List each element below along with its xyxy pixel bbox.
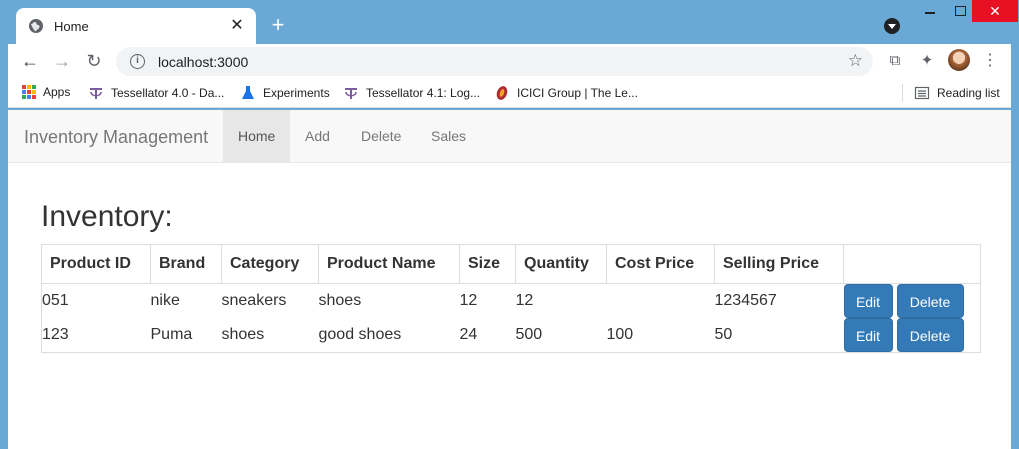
bookmark-tessellator-40[interactable]: Tessellator 4.0 - Da... [88, 85, 224, 101]
page-title: Inventory: [41, 200, 173, 233]
cell-cost-price [607, 284, 715, 319]
window-close-button[interactable]: ✕ [972, 0, 1018, 22]
bookmark-label: Tessellator 4.1: Log... [366, 86, 481, 100]
cell-actions: Edit Delete [843, 318, 981, 353]
cell-quantity: 500 [515, 326, 543, 343]
inventory-table: Product ID Brand Category Product Name S… [41, 244, 981, 353]
bookmark-label: ICICI Group | The Le... [517, 86, 638, 100]
app-brand[interactable]: Inventory Management [24, 127, 208, 148]
bookmark-label: Experiments [263, 86, 330, 100]
tab-title: Home [54, 18, 89, 34]
app-navbar: Inventory Management Home Add Delete Sal… [8, 110, 1011, 163]
bookmark-experiments[interactable]: Experiments [240, 85, 330, 101]
cell-size: 12 [459, 292, 478, 309]
apps-grid-icon [22, 85, 36, 99]
edit-button[interactable]: Edit [843, 284, 893, 318]
cell-product-id: 051 [42, 292, 69, 309]
reading-list-label: Reading list [937, 86, 1000, 100]
kebab-menu-icon[interactable]: ⋮ [981, 52, 999, 70]
page-viewport: Inventory Management Home Add Delete Sal… [8, 110, 1011, 449]
main-content: Inventory: Product ID Brand Category Pro… [41, 200, 981, 353]
new-tab-button[interactable]: + [266, 14, 290, 38]
bookmark-label: Apps [43, 85, 71, 99]
cell-quantity: 12 [515, 292, 534, 309]
bookmark-label: Tessellator 4.0 - Da... [111, 86, 225, 100]
cell-selling-price: 1234567 [714, 292, 777, 309]
bookmark-icici[interactable]: ICICI Group | The Le... [494, 85, 638, 101]
nav-sales[interactable]: Sales [416, 110, 481, 162]
bookmark-apps[interactable]: Apps [22, 85, 70, 99]
back-arrow-icon[interactable]: ← [20, 51, 40, 71]
minimize-button[interactable] [915, 0, 945, 22]
column-header: Product ID [41, 244, 151, 284]
bookmarks-bar: Apps Tessellator 4.0 - Da... Experiments… [8, 78, 1011, 108]
cell-selling-price: 50 [714, 326, 733, 343]
column-header: Product Name [318, 244, 460, 284]
column-header: Quantity [515, 244, 607, 284]
extensions-puzzle-icon[interactable]: ✦ [918, 52, 936, 70]
icici-icon [496, 86, 508, 100]
bookmarks-divider [902, 84, 903, 102]
tessellator-icon [345, 88, 357, 99]
column-header [843, 244, 981, 284]
tab-strip: Home ✕ + ✕ [0, 0, 1019, 44]
bookmark-tessellator-41[interactable]: Tessellator 4.1: Log... [343, 85, 480, 101]
forward-arrow-icon[interactable]: → [52, 51, 72, 71]
column-header: Category [221, 244, 319, 284]
reading-list-icon [914, 86, 930, 100]
cell-category: sneakers [221, 292, 287, 309]
reload-icon[interactable]: ↻ [84, 51, 104, 71]
column-header: Brand [150, 244, 222, 284]
delete-button[interactable]: Delete [896, 318, 964, 352]
nav-add[interactable]: Add [290, 110, 345, 162]
cell-product-name: shoes [318, 292, 362, 309]
edit-button[interactable]: Edit [843, 318, 893, 352]
maximize-button[interactable] [945, 0, 975, 22]
profile-avatar[interactable] [948, 49, 970, 71]
table-row: 123 Puma shoes good shoes 24 500 100 50 … [42, 318, 981, 353]
cell-actions: Edit Delete [843, 284, 981, 318]
flask-icon [242, 86, 254, 99]
cell-brand: Puma [150, 326, 193, 343]
column-header: Cost Price [606, 244, 715, 284]
table-row: 051 nike sneakers shoes 12 12 1234567 Ed… [42, 284, 981, 319]
media-icon[interactable]: ⧉ [886, 52, 904, 70]
address-bar[interactable]: i localhost:3000 ☆ [116, 47, 873, 76]
cell-product-id: 123 [42, 326, 69, 343]
tessellator-icon [90, 88, 102, 99]
tab-search-icon[interactable] [884, 18, 900, 34]
cell-cost-price: 100 [606, 326, 634, 343]
cell-brand: nike [150, 292, 180, 309]
browser-tab[interactable]: Home ✕ [16, 8, 256, 44]
column-header: Size [459, 244, 516, 284]
column-header: Selling Price [714, 244, 844, 284]
table-header-row: Product ID Brand Category Product Name S… [41, 244, 981, 284]
cell-category: shoes [221, 326, 265, 343]
cell-size: 24 [459, 326, 478, 343]
browser-toolbar: ← → ↻ i localhost:3000 ☆ ⧉ ✦ ⋮ [8, 44, 1011, 78]
bookmark-star-icon[interactable]: ☆ [848, 51, 863, 71]
delete-button[interactable]: Delete [896, 284, 964, 318]
reading-list-button[interactable]: Reading list [914, 85, 1000, 101]
nav-home[interactable]: Home [223, 110, 291, 162]
cell-product-name: good shoes [318, 326, 402, 343]
address-text[interactable]: localhost:3000 [158, 54, 248, 70]
tab-close-icon[interactable]: ✕ [228, 18, 246, 34]
site-info-icon[interactable]: i [130, 54, 145, 69]
globe-icon [29, 19, 43, 33]
nav-delete[interactable]: Delete [346, 110, 416, 162]
